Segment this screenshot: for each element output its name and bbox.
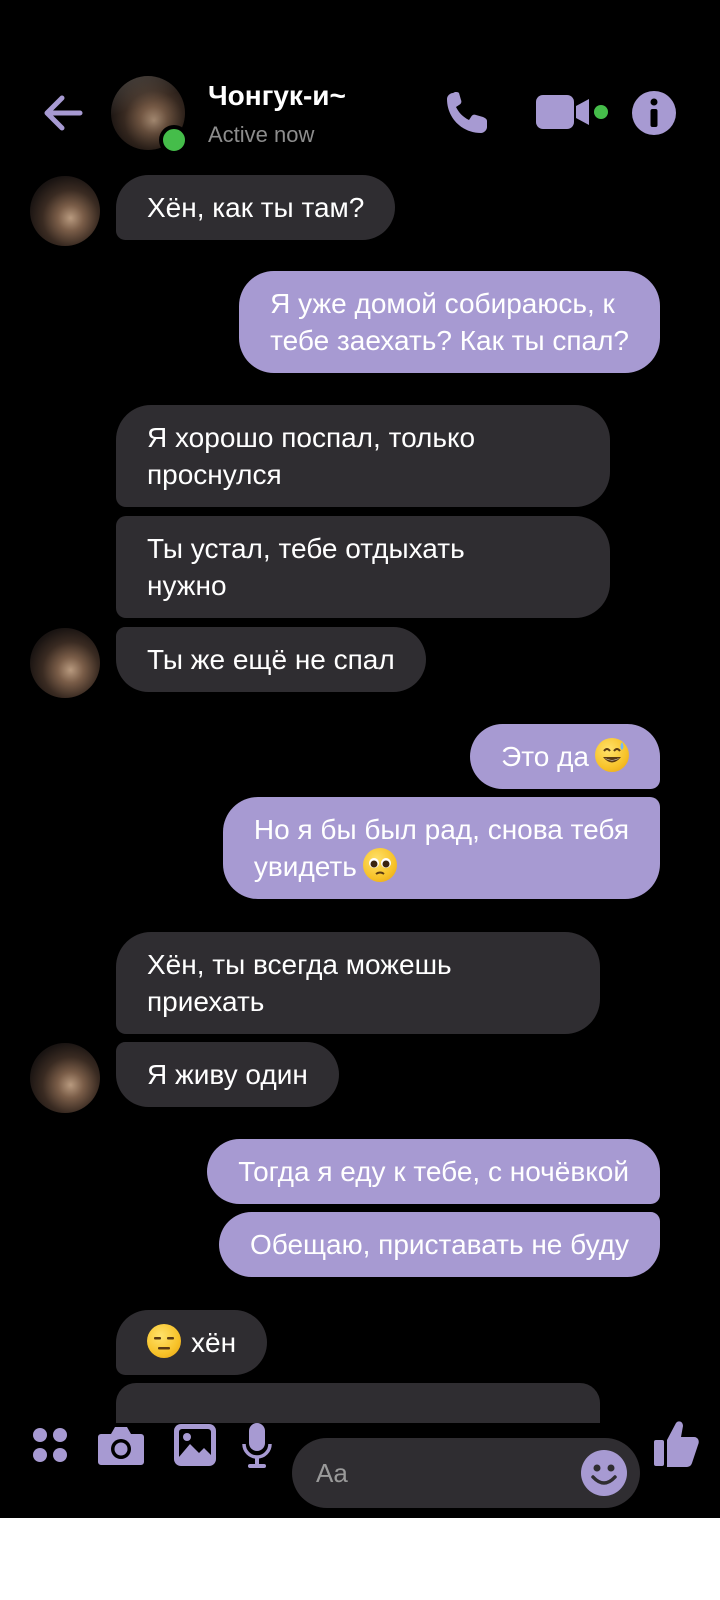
message-incoming-partial[interactable]: [116, 1383, 600, 1423]
back-arrow-icon[interactable]: [38, 88, 88, 138]
message-outgoing[interactable]: Это да: [470, 724, 660, 789]
message-text: Обещаю, приставать не буду: [249, 1229, 629, 1260]
message-incoming[interactable]: Хён, ты всегда можешь приехать: [116, 932, 600, 1034]
contact-status: Active now: [208, 122, 315, 147]
message-text: Это да: [501, 741, 589, 772]
grinning-face-with-sweat-icon: [595, 738, 629, 772]
chat-screen: Чонгук-и~ Active now Хён, как ты там? Я …: [0, 0, 720, 1518]
camera-icon[interactable]: [96, 1422, 146, 1468]
image-icon[interactable]: [172, 1422, 218, 1468]
microphone-icon[interactable]: [240, 1420, 274, 1472]
video-camera-icon[interactable]: [534, 92, 614, 132]
message-incoming[interactable]: Я хорошо поспал, только проснулся: [116, 405, 610, 507]
smiley-icon[interactable]: [580, 1449, 628, 1497]
message-text: Я живу один: [147, 1059, 308, 1090]
message-outgoing[interactable]: Тогда я еду к тебе, с ночёвкой: [207, 1139, 660, 1204]
message-incoming[interactable]: Ты же ещё не спал: [116, 627, 426, 692]
message-text: нужно: [147, 570, 227, 601]
expressionless-face-icon: [147, 1324, 181, 1358]
thumbs-up-icon[interactable]: [652, 1418, 700, 1470]
info-icon[interactable]: [630, 89, 678, 137]
message-input-placeholder: Aa: [316, 1458, 348, 1488]
apps-icon[interactable]: [30, 1425, 70, 1465]
message-outgoing[interactable]: Но я бы был рад, снова тебя увидеть: [222, 797, 660, 899]
message-text: тебе заехать? Как ты спал?: [270, 325, 629, 356]
message-input[interactable]: Aa: [292, 1438, 640, 1508]
message-text: Ты устал, тебе отдыхать: [147, 533, 465, 564]
message-text: приехать: [147, 986, 265, 1017]
message-text: Тогда я еду к тебе, с ночёвкой: [238, 1156, 629, 1187]
message-text: Я хорошо поспал, только: [147, 422, 476, 453]
system-nav-area: [0, 1518, 720, 1600]
message-outgoing[interactable]: Я уже домой собираюсь, к тебе заехать? К…: [239, 271, 660, 373]
message-text: проснулся: [147, 459, 282, 490]
message-text: Я уже домой собираюсь, к: [270, 288, 615, 319]
contact-avatar-small[interactable]: [30, 1043, 100, 1113]
message-text: Ты же ещё не спал: [147, 644, 395, 675]
message-incoming[interactable]: Хён, как ты там?: [116, 175, 396, 240]
message-text: Но я бы был рад, снова тебя: [253, 814, 629, 845]
contact-avatar-small[interactable]: [30, 628, 100, 698]
message-text: Хён, ты всегда можешь: [147, 949, 452, 980]
message-incoming[interactable]: Ты устал, тебе отдыхать нужно: [116, 516, 610, 618]
message-outgoing[interactable]: Обещаю, приставать не буду: [218, 1212, 660, 1277]
contact-name[interactable]: Чонгук-и~: [208, 80, 346, 112]
message-incoming[interactable]: хён: [116, 1310, 268, 1375]
message-incoming[interactable]: Я живу один: [116, 1042, 339, 1107]
message-text: хён: [191, 1327, 237, 1358]
pleading-face-icon: [362, 848, 397, 882]
online-indicator: [159, 125, 189, 155]
contact-avatar-small[interactable]: [30, 176, 100, 246]
phone-icon[interactable]: [442, 88, 492, 138]
message-text: увидеть: [253, 851, 357, 882]
message-text: Хён, как ты там?: [147, 192, 365, 223]
